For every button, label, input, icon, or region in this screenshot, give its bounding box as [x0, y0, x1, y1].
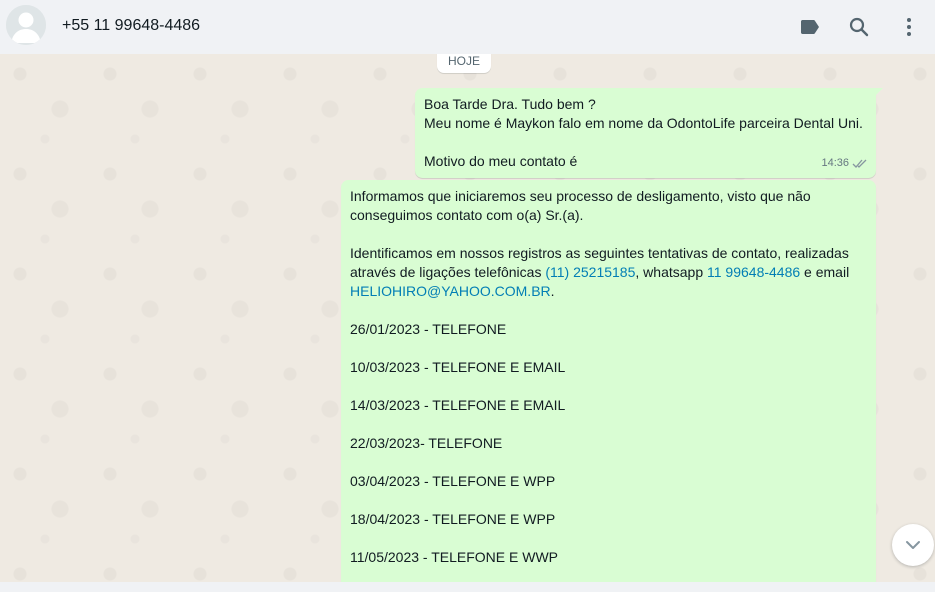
whatsapp-link[interactable]: 11 99648-4486	[707, 264, 800, 280]
text-fragment: .	[550, 283, 555, 299]
contact-attempt: 03/04/2023 - TELEFONE E WPP	[350, 473, 556, 489]
email-link[interactable]: HELIOHIRO@YAHOO.COM.BR	[350, 283, 551, 299]
contact-attempt: 11/05/2023 - TELEFONE E WWP	[350, 549, 559, 565]
text-fragment: através de ligações telefônicas	[350, 264, 546, 280]
text-fragment: , whatsapp	[635, 264, 707, 280]
outgoing-message[interactable]: Informamos que iniciaremos seu processo …	[341, 180, 876, 582]
chat-header: +55 11 99648-4486	[0, 0, 935, 54]
message-text: Boa Tarde Dra. Tudo bem ?	[424, 96, 596, 112]
message-time: 14:36	[821, 157, 849, 169]
message-text: conseguimos contato com o(a) Sr.(a).	[350, 207, 584, 223]
default-avatar-icon	[6, 5, 46, 45]
text-fragment: e email	[800, 264, 850, 280]
outgoing-message[interactable]: Boa Tarde Dra. Tudo bem ? Meu nome é May…	[415, 88, 883, 178]
message-text: Motivo do meu contato é	[424, 153, 578, 169]
search-icon[interactable]	[847, 15, 871, 39]
phone-link[interactable]: (11) 25215185	[545, 264, 635, 280]
message-text: Identificamos em nossos registros as seg…	[350, 245, 849, 261]
message-meta: 14:36	[821, 154, 868, 173]
contact-attempt: 22/03/2023- TELEFONE	[350, 435, 503, 451]
contact-attempt: 18/04/2023 - TELEFONE E WPP	[350, 511, 556, 527]
bubble-tail	[875, 88, 883, 96]
avatar[interactable]	[6, 5, 46, 45]
chat-panel[interactable]: HOJE Boa Tarde Dra. Tudo bem ? Meu nome …	[0, 54, 935, 582]
message-text: Informamos que iniciaremos seu processo …	[350, 188, 811, 204]
double-check-icon	[852, 159, 867, 168]
message-text: Meu nome é Maykon falo em nome da Odonto…	[424, 115, 863, 131]
label-icon[interactable]	[798, 15, 822, 39]
message-text: HELIOHIRO@YAHOO.COM.BR.	[350, 282, 867, 301]
day-divider: HOJE	[437, 54, 491, 73]
compose-bar	[0, 582, 935, 592]
scroll-to-bottom-button[interactable]	[892, 524, 934, 566]
more-options-icon[interactable]	[897, 15, 921, 39]
contact-attempt: 26/01/2023 - TELEFONE	[350, 321, 507, 337]
contact-attempt: 14/03/2023 - TELEFONE E EMAIL	[350, 397, 566, 413]
chevron-down-icon	[906, 541, 920, 549]
contact-attempt: 10/03/2023 - TELEFONE E EMAIL	[350, 359, 566, 375]
contact-name[interactable]: +55 11 99648-4486	[62, 17, 200, 35]
message-text	[424, 133, 867, 152]
message-text: através de ligações telefônicas (11) 252…	[350, 263, 867, 282]
